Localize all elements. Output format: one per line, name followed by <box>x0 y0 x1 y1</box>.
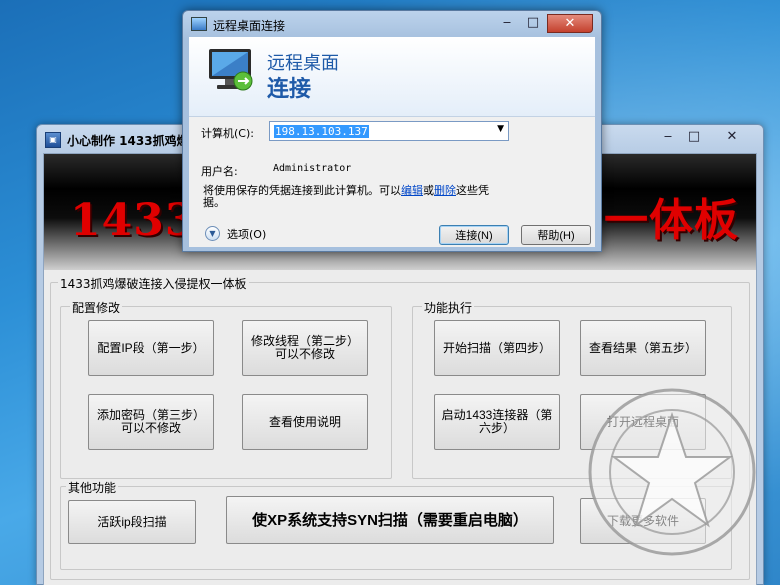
function-group-label: 功能执行 <box>422 299 475 316</box>
rdp-titlebar[interactable]: 远程桌面连接 ‒ □ ✕ <box>183 11 601 37</box>
maximize-icon[interactable]: □ <box>681 128 707 147</box>
monitor-icon <box>209 49 253 91</box>
rdp-header: 远程桌面 连接 <box>189 37 595 117</box>
close-icon[interactable]: ✕ <box>709 128 755 147</box>
credentials-info: 将使用保存的凭据连接到此计算机。可以编辑或删除这些凭据。 <box>203 185 503 209</box>
rdp-heading-line2: 连接 <box>267 77 312 102</box>
maximize-icon[interactable]: □ <box>520 14 546 33</box>
config-group-label: 配置修改 <box>70 299 123 316</box>
computer-combobox[interactable]: 198.13.103.137 ▼ <box>269 121 509 141</box>
info-or: 或 <box>423 184 434 197</box>
username-label: 用户名: <box>201 165 238 178</box>
help-button[interactable]: 帮助(H) <box>521 225 591 245</box>
options-toggle[interactable]: ▼ 选项(O) <box>205 225 285 243</box>
watermark-stamp-icon <box>588 388 756 556</box>
xp-syn-support-button[interactable]: 使XP系统支持SYN扫描（需要重启电脑） <box>226 496 554 544</box>
expand-chevron-icon[interactable]: ▼ <box>205 226 220 241</box>
modify-threads-button[interactable]: 修改线程（第二步）可以不修改 <box>242 320 368 376</box>
banner-text-right: 一体板 <box>604 195 739 246</box>
app-icon: ▣ <box>45 132 61 148</box>
chevron-down-icon[interactable]: ▼ <box>497 124 504 134</box>
computer-input-value[interactable]: 198.13.103.137 <box>274 125 369 138</box>
remote-desktop-icon <box>191 17 207 31</box>
start-connector-button[interactable]: 启动1433连接器（第六步） <box>434 394 560 450</box>
computer-label: 计算机(C): <box>201 127 254 140</box>
usage-guide-button[interactable]: 查看使用说明 <box>242 394 368 450</box>
info-prefix: 将使用保存的凭据连接到此计算机。可以 <box>203 184 401 197</box>
other-group-label: 其他功能 <box>66 479 119 496</box>
minimize-icon[interactable]: ‒ <box>494 14 520 33</box>
config-ip-button[interactable]: 配置IP段（第一步） <box>88 320 214 376</box>
username-value: Administrator <box>273 163 352 174</box>
rdp-body: 计算机(C): 198.13.103.137 ▼ 用户名: Administra… <box>189 117 595 247</box>
rdp-title: 远程桌面连接 <box>213 19 286 33</box>
view-results-button[interactable]: 查看结果（第五步） <box>580 320 706 376</box>
active-ip-scan-button[interactable]: 活跃ip段扫描 <box>68 500 196 544</box>
minimize-icon[interactable]: ‒ <box>655 128 681 147</box>
start-scan-button[interactable]: 开始扫描（第四步） <box>434 320 560 376</box>
edit-link[interactable]: 编辑 <box>401 184 423 197</box>
connect-button[interactable]: 连接(N) <box>439 225 509 245</box>
rdp-dialog: 远程桌面连接 ‒ □ ✕ 远程桌面 连接 计算机(C): 198.13.103.… <box>182 10 602 252</box>
options-label[interactable]: 选项(O) <box>227 226 266 242</box>
add-password-button[interactable]: 添加密码（第三步）可以不修改 <box>88 394 214 450</box>
main-group-label: 1433抓鸡爆破连接入侵提权一体板 <box>58 275 249 292</box>
close-icon[interactable]: ✕ <box>547 14 593 33</box>
delete-link[interactable]: 删除 <box>434 184 456 197</box>
